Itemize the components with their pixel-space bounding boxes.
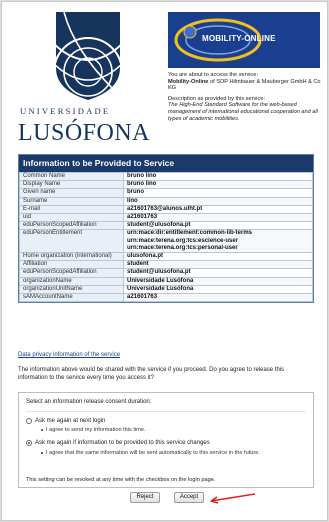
option-ask-next-login-sub: I agree to send my information this time… <box>41 427 303 434</box>
attribute-name: E-mail <box>19 204 124 215</box>
option-ask-on-change-sub: I agree that the same information will b… <box>41 450 303 457</box>
table-row: organizationName Universidade Lusófona <box>19 276 313 286</box>
attribute-name: organizationUnitName <box>19 284 124 295</box>
mobility-online-logo: MOBILITY-ONLINE <box>168 12 320 68</box>
description-text: The High-End Standard Software for the w… <box>168 102 318 122</box>
attribute-name: sAMAccountName <box>19 293 124 303</box>
attributes-table-title: Information to be Provided to Service <box>19 155 313 172</box>
attribute-value: Universidade Lusófona <box>123 276 313 286</box>
attribute-value: ulusofona.pt <box>123 252 313 262</box>
option-ask-next-login-label: Ask me again at next login <box>35 418 106 424</box>
privacy-info-link[interactable]: Data privacy information of the service <box>18 352 120 358</box>
university-emblem-icon <box>56 12 120 100</box>
table-row: Common Name bruno lino <box>19 171 313 182</box>
attribute-name: eduPersonScopedAffiliation <box>19 221 124 231</box>
table-row: Surname lino <box>19 196 313 206</box>
table-row: eduPersonEntitlement urn:mace:dir:entitle… <box>19 229 313 254</box>
attribute-value: a21601763@alunos.ulht.pt <box>123 204 313 215</box>
option-ask-on-change[interactable]: Ask me again if information to be provid… <box>26 440 210 446</box>
description-label: Description as provided by this service: <box>168 95 266 102</box>
university-logo-line1: UNIVERSIDADE <box>20 106 111 116</box>
attribute-name: Common Name <box>19 171 124 182</box>
table-row: uid a21601763 <box>19 213 313 223</box>
table-row: Given name bruno <box>19 188 313 198</box>
attribute-value: a21601763 <box>123 213 313 223</box>
duration-title: Select an information release consent du… <box>26 399 152 405</box>
arrow-annotation-icon <box>210 493 256 504</box>
attribute-name: eduPersonScopedAffiliation <box>19 268 124 278</box>
option-ask-on-change-sub-text: I agree that the same information will b… <box>46 450 260 456</box>
table-row: sAMAccountName a21601763 <box>19 293 313 303</box>
radio-ask-on-change[interactable] <box>26 440 32 446</box>
attribute-value: student <box>123 260 313 270</box>
table-row: eduPersonScopedAffiliation student@ulusof… <box>19 268 313 278</box>
mobility-online-logo-text: MOBILITY-ONLINE <box>202 34 276 43</box>
university-logo-line2: LUSÓFONA <box>18 120 151 146</box>
attribute-value: urn:mace:dir:entitlement:common-lib-term… <box>123 229 313 254</box>
attribute-name: Given name <box>19 188 124 198</box>
reject-button[interactable]: Reject <box>130 492 160 503</box>
university-logo: UNIVERSIDADE LUSÓFONA <box>14 10 162 150</box>
attribute-name: uid <box>19 213 124 223</box>
attribute-value: lino <box>123 196 313 206</box>
attribute-value: a21601763 <box>123 293 313 303</box>
option-ask-next-login-sub-text: I agree to send my information this time… <box>46 427 146 433</box>
divider <box>26 411 306 412</box>
attribute-value: student@ulusofona.pt <box>123 221 313 231</box>
table-row: organizationUnitName Universidade Lusófon… <box>19 284 313 295</box>
attribute-value: bruno lino <box>123 180 313 190</box>
attributes-table: Information to be Provided to Service Co… <box>18 154 314 304</box>
attribute-value: Universidade Lusófona <box>123 284 313 295</box>
accept-button[interactable]: Accept <box>174 492 204 503</box>
service-description: You are about to access the service: Mob… <box>168 72 323 126</box>
attribute-value: bruno lino <box>123 171 313 182</box>
revoke-note: This setting can be revoked at any time … <box>26 477 216 483</box>
attribute-name: Surname <box>19 196 124 206</box>
attribute-value: bruno <box>123 188 313 198</box>
service-intro-pre: You are about to access the service: <box>168 72 258 78</box>
option-ask-next-login[interactable]: Ask me again at next login <box>26 418 105 424</box>
attribute-name: Home organization (international) <box>19 252 124 262</box>
table-row: Home organization (international) ulusofo… <box>19 252 313 262</box>
consent-question: The information above would be shared wi… <box>18 367 285 381</box>
attribute-value: student@ulusofona.pt <box>123 268 313 278</box>
radio-ask-next-login[interactable] <box>26 418 32 424</box>
option-ask-on-change-label: Ask me again if information to be provid… <box>35 440 210 446</box>
table-row: E-mail a21601763@alunos.ulht.pt <box>19 204 313 215</box>
attribute-name: organizationName <box>19 276 124 286</box>
attribute-name: Affiliation <box>19 260 124 270</box>
attribute-name: Display Name <box>19 180 124 190</box>
table-row: Affiliation student <box>19 260 313 270</box>
consent-duration-box: Select an information release consent du… <box>18 392 314 488</box>
table-row: eduPersonScopedAffiliation student@ulusof… <box>19 221 313 231</box>
table-row: Display Name bruno lino <box>19 180 313 190</box>
service-name: Mobility-Online <box>168 78 209 85</box>
consent-page: UNIVERSIDADE LUSÓFONA MOBILITY-ONLINE Yo… <box>1 1 328 521</box>
attribute-name: eduPersonEntitlement <box>19 229 124 254</box>
